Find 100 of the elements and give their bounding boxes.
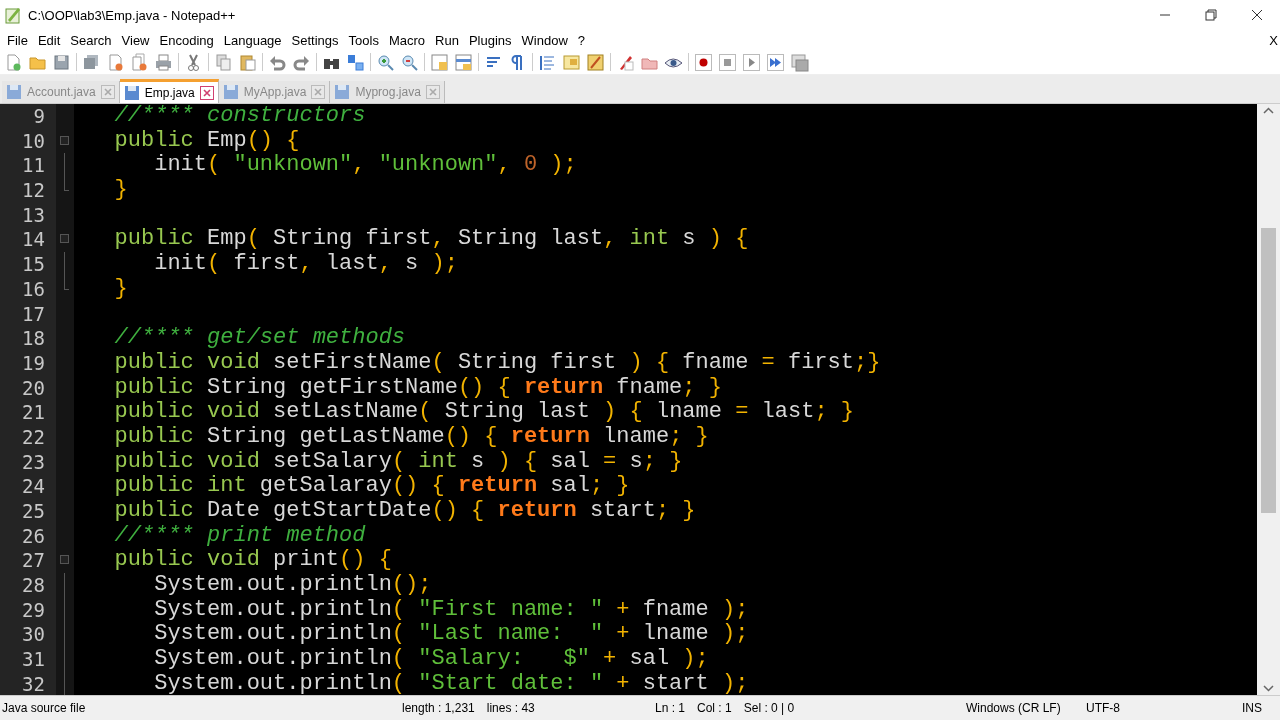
menu-item[interactable]: Language xyxy=(218,32,287,48)
code-line: //**** print method xyxy=(113,523,366,549)
code-line: public String getLastName() { return lname; } xyxy=(113,424,709,450)
close-all-icon[interactable] xyxy=(130,52,149,72)
status-text: UTF-8 xyxy=(1086,701,1120,715)
menu-item[interactable]: Run xyxy=(430,32,464,48)
line-number: 19 xyxy=(21,350,46,376)
sync-vertical-icon[interactable] xyxy=(430,52,449,72)
code-line: public void setLastName( String last ) { lname = last; } xyxy=(113,400,854,425)
fold-line xyxy=(64,153,65,179)
save-icon xyxy=(6,84,22,100)
code-line: public void print() { xyxy=(113,548,392,574)
zoom-out-icon[interactable] xyxy=(400,52,419,72)
save-macro-icon[interactable] xyxy=(790,52,809,72)
save-icon[interactable] xyxy=(52,52,71,72)
fold-end-line xyxy=(64,178,69,192)
code-line: System.out.println(); xyxy=(153,573,432,598)
sync-horizontal-icon[interactable] xyxy=(454,52,473,72)
code-line: public Emp( String first, String last, int s ) { xyxy=(113,227,749,253)
line-number: 9 xyxy=(32,104,46,129)
line-number: 30 xyxy=(21,622,46,648)
fold-marker-icon[interactable] xyxy=(60,135,69,145)
scroll-thumb[interactable] xyxy=(1261,228,1276,513)
code-line: } xyxy=(113,178,128,203)
printer-icon[interactable] xyxy=(154,52,173,72)
fold-end-line xyxy=(64,276,69,290)
code-line: public void setSalary( int s ) { sal = s; } xyxy=(113,449,683,475)
new-file-icon[interactable] xyxy=(4,52,23,72)
status-text: lines : 43 xyxy=(486,701,535,715)
code-line: public int getSalaray() { return sal; } xyxy=(113,474,630,499)
status-text: Col : 1 xyxy=(697,701,732,715)
menu-item[interactable]: Search xyxy=(65,32,117,48)
status-text: length : 1,231 xyxy=(402,701,475,715)
line-number: 31 xyxy=(21,647,46,672)
line-number: 14 xyxy=(21,227,46,253)
close-icon[interactable] xyxy=(199,85,214,100)
paste-icon[interactable] xyxy=(238,52,257,72)
status-text: Java source file xyxy=(2,701,86,715)
close-icon[interactable] xyxy=(100,85,115,99)
copy-icon[interactable] xyxy=(214,52,233,72)
document-map-icon[interactable] xyxy=(562,52,581,72)
status-text: Windows (CR LF) xyxy=(966,701,1061,715)
file-tab[interactable]: Emp.java xyxy=(119,79,219,103)
menu-item[interactable]: Plugins xyxy=(463,32,517,48)
line-number: 23 xyxy=(21,449,46,475)
save-icon xyxy=(334,84,351,100)
code-line: System.out.println( "Salary: $" + sal ); xyxy=(153,647,709,672)
fast-forward-icon[interactable] xyxy=(766,52,785,72)
app-icon xyxy=(4,6,22,24)
record-icon[interactable] xyxy=(694,52,713,72)
fold-marker-icon[interactable] xyxy=(60,555,69,565)
code-line: init( first, last, s ); xyxy=(153,252,458,277)
code-line: System.out.println( "Start date: " + start ); xyxy=(153,671,749,695)
stop-icon[interactable] xyxy=(718,52,737,72)
line-number: 27 xyxy=(21,548,46,574)
menu-item[interactable]: Encoding xyxy=(154,32,219,48)
line-number: 28 xyxy=(21,573,46,598)
menu-item[interactable]: Settings xyxy=(286,32,344,48)
fold-line xyxy=(64,252,65,277)
menu-item[interactable]: Window xyxy=(516,32,573,48)
close-icon[interactable] xyxy=(425,85,440,99)
save-all-icon[interactable] xyxy=(82,52,101,72)
line-number: 26 xyxy=(21,523,46,549)
close-icon[interactable] xyxy=(311,85,326,99)
menu-item[interactable]: File xyxy=(2,32,33,48)
code-line: System.out.println( "Last name: " + lname ); xyxy=(153,622,749,648)
zoom-in-icon[interactable] xyxy=(376,52,395,72)
code-line: //**** get/set methods xyxy=(113,326,406,351)
line-number: 21 xyxy=(21,400,46,425)
menu-item[interactable]: Macro xyxy=(383,32,431,48)
line-number: 15 xyxy=(21,252,46,277)
code-line: } xyxy=(113,276,128,302)
save-icon xyxy=(222,84,239,100)
code-line: public Date getStartDate() { return start; } xyxy=(113,499,696,524)
play-icon[interactable] xyxy=(742,52,761,72)
line-number: 22 xyxy=(21,424,46,450)
status-text: Ln : 1 xyxy=(655,701,686,715)
close-file-icon[interactable] xyxy=(106,52,125,72)
line-number: 13 xyxy=(21,202,46,228)
status-text: Sel : 0 | 0 xyxy=(743,701,795,715)
line-number: 29 xyxy=(21,597,46,623)
menu-item[interactable]: View xyxy=(116,32,155,48)
fold-marker-icon[interactable] xyxy=(60,234,69,244)
line-number: 10 xyxy=(21,128,46,154)
scrollbar[interactable] xyxy=(1257,104,1280,695)
menu-item[interactable]: Tools xyxy=(343,32,384,48)
menu-item[interactable]: Edit xyxy=(32,32,66,48)
function-list-icon[interactable] xyxy=(586,52,605,72)
save-icon xyxy=(123,84,140,101)
code-line: public void setFirstName( String first ) { fname = first;} xyxy=(113,350,881,376)
line-number: 24 xyxy=(21,474,46,499)
replace-icon[interactable] xyxy=(346,52,365,72)
close-document-button[interactable]: X xyxy=(1269,32,1278,48)
line-number: 20 xyxy=(21,375,46,401)
code-editor[interactable] xyxy=(0,104,1280,695)
line-number: 25 xyxy=(21,499,46,524)
line-number: 17 xyxy=(21,301,46,327)
menu-item[interactable]: ? xyxy=(572,32,591,48)
line-number: 12 xyxy=(21,178,46,203)
code-line: //**** constructors xyxy=(113,104,366,129)
